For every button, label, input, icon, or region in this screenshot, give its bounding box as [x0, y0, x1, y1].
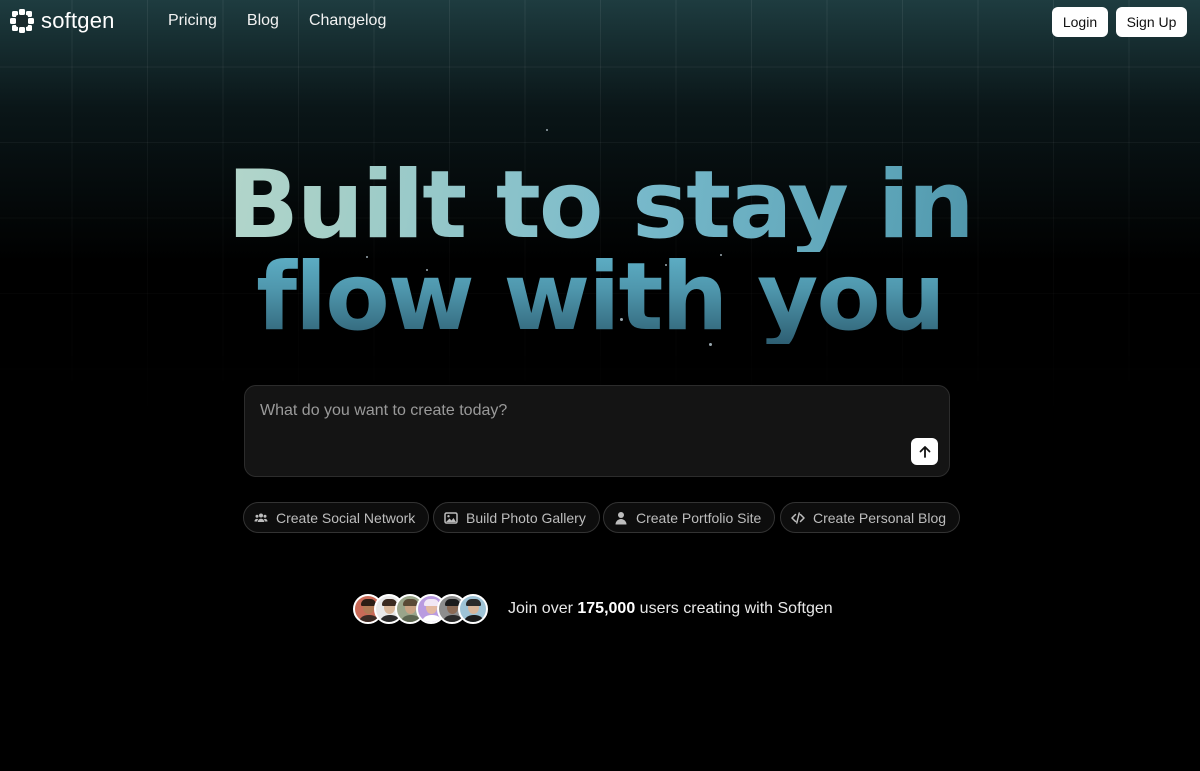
suggestion-create-personal-blog[interactable]: Create Personal Blog: [780, 502, 961, 533]
prompt-box: [244, 385, 950, 477]
suggestion-label: Create Portfolio Site: [636, 509, 762, 526]
social-proof: Join over 175,000 users creating with So…: [353, 594, 833, 624]
avatar: [458, 594, 488, 624]
brand-logo[interactable]: softgen: [9, 8, 115, 34]
nav-link-blog[interactable]: Blog: [247, 12, 279, 30]
hero-line-2: flow with you: [0, 251, 1200, 345]
proof-prefix: Join over: [508, 600, 578, 617]
suggestion-label: Build Photo Gallery: [466, 509, 586, 526]
suggestion-create-social-network[interactable]: Create Social Network: [243, 502, 430, 533]
nav-link-pricing[interactable]: Pricing: [168, 12, 217, 30]
user-avatar-stack: [353, 594, 488, 624]
brand-name: softgen: [41, 8, 115, 33]
hero-line-1: Built to stay in: [0, 159, 1200, 253]
suggestion-create-portfolio-site[interactable]: Create Portfolio Site: [603, 502, 776, 533]
suggestion-label: Create Personal Blog: [813, 509, 947, 526]
users-icon: [254, 513, 268, 522]
top-nav: softgen Pricing Blog Changelog Login Sig…: [0, 0, 1200, 44]
arrow-up-icon: [919, 445, 930, 458]
suggestion-build-photo-gallery[interactable]: Build Photo Gallery: [433, 502, 600, 533]
image-icon: [444, 511, 458, 524]
user-count: 175,000: [577, 600, 636, 617]
nav-links: Pricing Blog Changelog: [168, 12, 386, 30]
prompt-input[interactable]: [258, 400, 902, 464]
hero-headline: Built to stay in flow with you: [0, 159, 1200, 345]
send-button[interactable]: [911, 438, 938, 465]
softgen-logo-icon: [10, 9, 34, 33]
signup-button[interactable]: Sign Up: [1116, 7, 1187, 37]
proof-suffix: users creating with Softgen: [635, 600, 833, 617]
user-icon: [615, 511, 627, 524]
star-dot: [546, 129, 548, 131]
suggestion-label: Create Social Network: [276, 509, 416, 526]
code-icon: [791, 511, 805, 524]
nav-link-changelog[interactable]: Changelog: [309, 12, 386, 30]
social-proof-text: Join over 175,000 users creating with So…: [508, 600, 833, 618]
login-button[interactable]: Login: [1052, 7, 1108, 37]
